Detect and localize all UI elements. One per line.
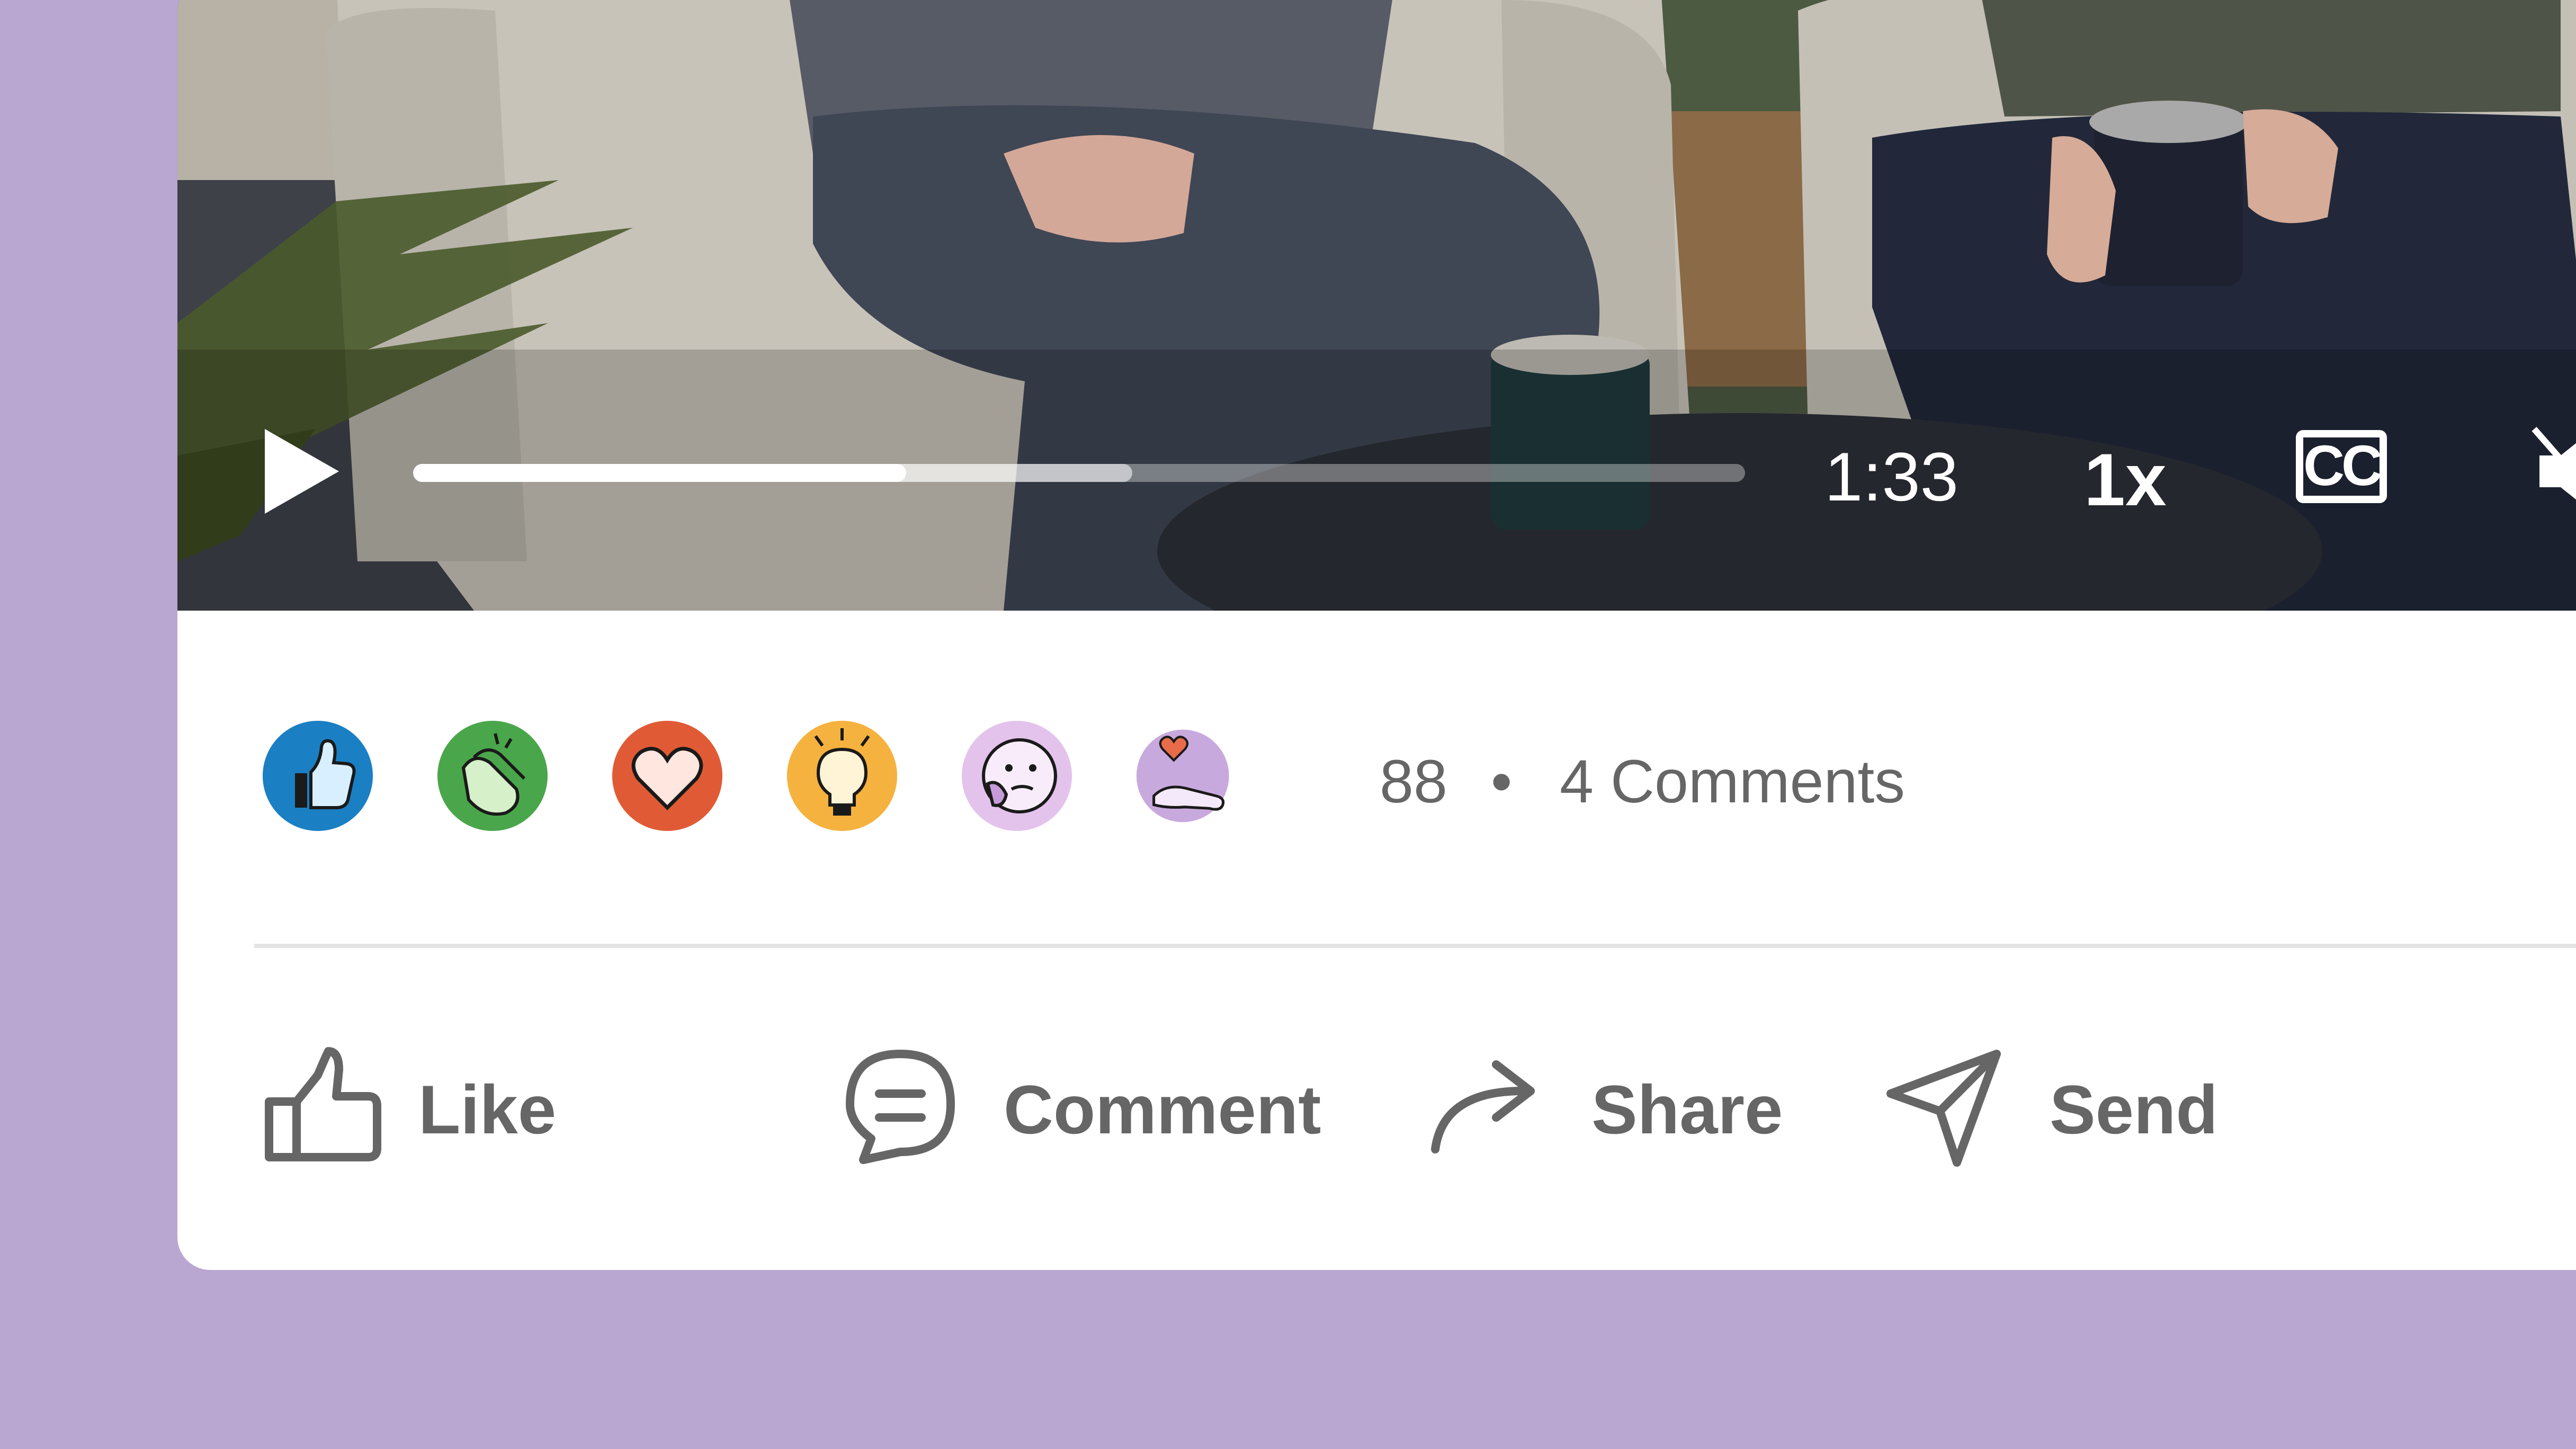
video-controls: 1:33 1x CC	[177, 392, 2576, 551]
video-player[interactable]: 1:33 1x CC	[177, 0, 2576, 611]
like-button[interactable]: Like	[260, 1033, 556, 1181]
volume-muted-icon[interactable]	[2529, 424, 2576, 519]
curious-reaction-icon[interactable]	[961, 720, 1072, 831]
send-icon	[1886, 1050, 2001, 1167]
comment-label: Comment	[1004, 1071, 1321, 1148]
play-icon[interactable]	[260, 424, 344, 519]
love-reaction-icon[interactable]	[612, 720, 723, 831]
played-progress	[413, 464, 906, 482]
captions-button[interactable]: CC	[2296, 430, 2387, 503]
comment-icon	[846, 1050, 955, 1164]
comments-count-link[interactable]: 4 Comments	[1560, 747, 1905, 817]
insightful-reaction-icon[interactable]	[786, 720, 898, 831]
thumbs-up-icon	[265, 1047, 381, 1161]
reaction-count[interactable]: 88	[1380, 747, 1447, 817]
reactions-summary: 88 • 4 Comments	[262, 720, 2275, 842]
divider	[254, 944, 2576, 948]
video-time: 1:33	[1824, 438, 1959, 515]
send-label: Send	[2050, 1071, 2218, 1148]
like-reaction-icon[interactable]	[262, 720, 373, 831]
share-button[interactable]: Share	[1427, 1033, 1798, 1181]
post-card: 1:33 1x CC 88 • 4 Comments Like Comment …	[177, 0, 2576, 1270]
send-button[interactable]: Send	[1883, 1033, 2227, 1181]
video-progress-bar[interactable]	[413, 464, 1745, 482]
like-label: Like	[418, 1071, 557, 1148]
comment-button[interactable]: Comment	[839, 1033, 1343, 1181]
playback-speed-button[interactable]: 1x	[2084, 437, 2167, 523]
post-actions: Like Comment Share Send	[177, 1033, 2576, 1181]
separator-dot: •	[1491, 748, 1513, 816]
share-label: Share	[1591, 1071, 1783, 1148]
support-reaction-icon[interactable]	[1136, 720, 1247, 831]
share-arrow-icon	[1431, 1060, 1535, 1153]
celebrate-reaction-icon[interactable]	[437, 720, 548, 831]
